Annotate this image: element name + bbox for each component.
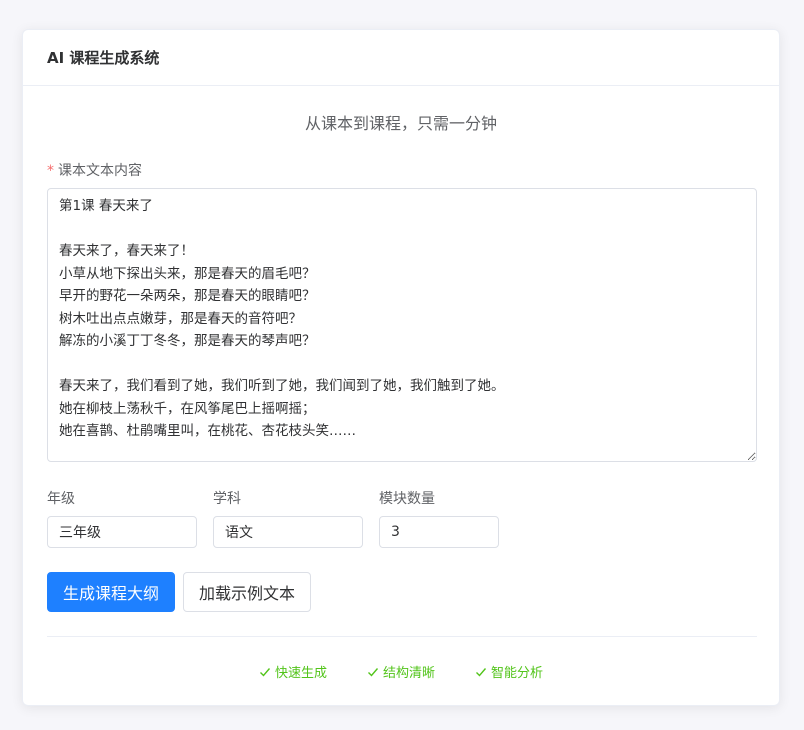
- check-icon: [476, 667, 487, 677]
- feature-item-structure: 结构清晰: [367, 662, 435, 681]
- modules-input[interactable]: [379, 516, 499, 548]
- feature-item-analysis: 智能分析: [475, 662, 543, 681]
- grade-label: 年级: [47, 491, 75, 507]
- content-label-text: 课本文本内容: [58, 163, 142, 179]
- content-label: * 课本文本内容: [47, 160, 142, 180]
- load-example-button[interactable]: 加载示例文本: [183, 572, 311, 612]
- generate-outline-button[interactable]: 生成课程大纲: [47, 572, 175, 612]
- check-icon: [367, 667, 379, 677]
- content-textarea[interactable]: [47, 188, 757, 462]
- grade-input[interactable]: [47, 516, 197, 548]
- feature-label: 结构清晰: [382, 666, 435, 681]
- feature-item-fast: 快速生成: [259, 662, 327, 681]
- main-card: AI 课程生成系统 从课本到课程，只需一分钟 *课本文本内容 年级 学科 模块数…: [22, 29, 780, 706]
- card-header: AI 课程生成系统: [23, 30, 779, 86]
- modules-label: 模块数量: [379, 491, 435, 507]
- feature-label: 快速生成: [274, 666, 327, 681]
- app-title: AI 课程生成系统: [47, 49, 160, 67]
- required-mark: *: [47, 163, 54, 179]
- subtitle: 从课本到课程，只需一分钟: [304, 114, 497, 133]
- feature-list: 快速生成 结构清晰 智能分析: [23, 662, 779, 681]
- feature-label: 智能分析: [491, 666, 544, 681]
- subject-input[interactable]: [213, 516, 363, 548]
- divider: [47, 636, 757, 637]
- subject-label: 学科: [213, 491, 241, 507]
- check-icon: [259, 667, 271, 677]
